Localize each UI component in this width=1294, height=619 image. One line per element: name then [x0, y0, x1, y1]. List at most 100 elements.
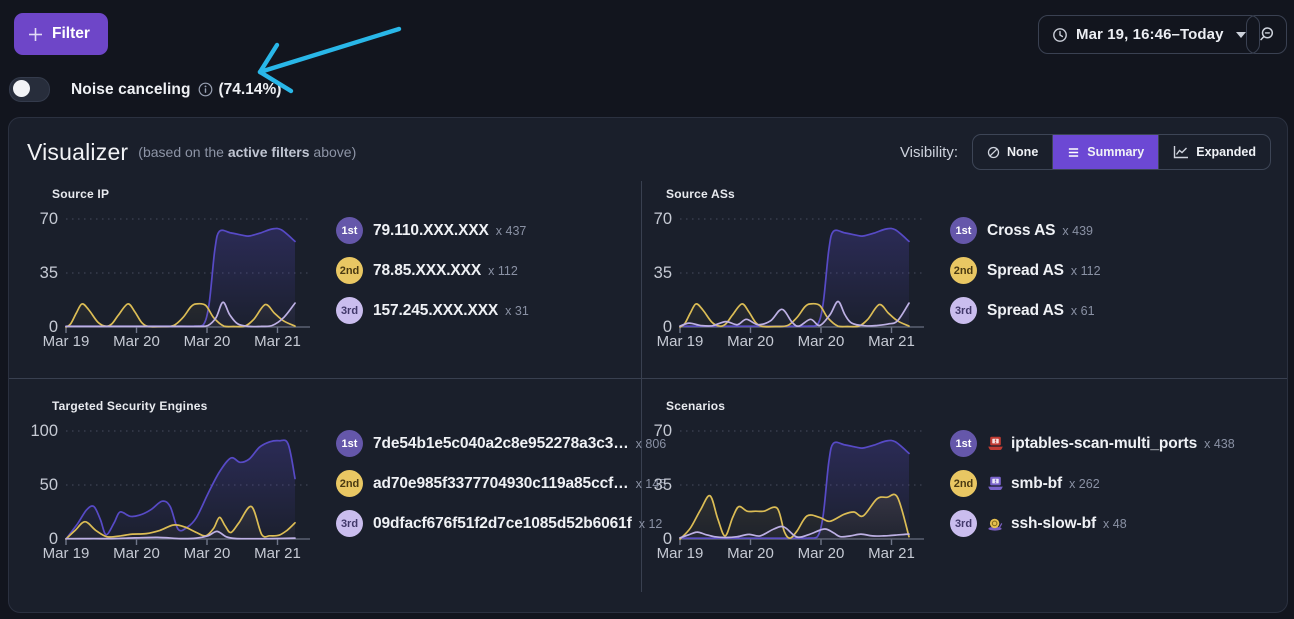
- legend-item[interactable]: 1st Cross AS x 439: [950, 217, 1101, 244]
- none-icon: [987, 146, 1000, 159]
- info-icon[interactable]: [198, 82, 213, 97]
- legend-label: Spread AS: [987, 262, 1064, 280]
- rank-badge: 2nd: [950, 257, 977, 284]
- chart-quadrant-security-engines: Targeted Security Engines 100500 Mar 19M…: [9, 379, 642, 592]
- legend-label: 09dfacf676f51f2d7ce1085d52b6061f: [373, 515, 632, 533]
- noise-canceling-row: Noise canceling (74.14%): [9, 77, 281, 102]
- y-axis-tick-label: 100: [28, 422, 58, 440]
- legend-item[interactable]: 1stiptables-scan-multi_portsx 438: [950, 430, 1235, 457]
- snail-icon: [987, 516, 1004, 531]
- legend-label: ssh-slow-bf: [1011, 515, 1096, 533]
- laptop-purple-icon: [987, 476, 1004, 491]
- x-axis-tick-label: Mar 21: [854, 333, 930, 350]
- visibility-option-label: None: [1007, 145, 1038, 159]
- legend-count: x 112: [1071, 264, 1101, 278]
- legend-item[interactable]: 2nd78.85.XXX.XXXx 112: [336, 257, 529, 284]
- rank-badge: 1st: [336, 217, 363, 244]
- toggle-knob: [13, 80, 30, 97]
- y-axis-tick-label: 70: [642, 210, 672, 228]
- clock-icon: [1052, 27, 1068, 43]
- legend-label: 79.110.XXX.XXX: [373, 222, 489, 240]
- summary-icon: [1067, 146, 1080, 159]
- panel-subtitle-bold: active filters: [228, 144, 310, 160]
- y-axis-tick-label: 50: [28, 476, 58, 494]
- legend-item[interactable]: 2ndad70e985f3377704930c119a85ccf…x 145: [336, 470, 666, 497]
- date-range-button[interactable]: Mar 19, 16:46–Today: [1038, 15, 1260, 54]
- x-axis-tick-label: Mar 21: [240, 333, 316, 350]
- legend-count: x 61: [1071, 304, 1095, 318]
- x-axis-tick-label: Mar 20: [713, 333, 789, 350]
- rank-badge: 2nd: [336, 470, 363, 497]
- x-axis-tick-label: Mar 19: [28, 545, 104, 562]
- panel-subtitle: (based on the active filters above): [138, 144, 356, 160]
- chart-security-engines: Targeted Security Engines 100500 Mar 19M…: [28, 399, 330, 571]
- date-range-label: Mar 19, 16:46–Today: [1076, 26, 1224, 43]
- visibility-segmented-control: None Summary Expanded: [972, 134, 1271, 170]
- legend-item[interactable]: 3rd157.245.XXX.XXXx 31: [336, 297, 529, 324]
- noise-canceling-percentage: (74.14%): [219, 81, 282, 99]
- chart-quadrant-scenarios: Scenarios 70350 Mar 19Mar 20Mar 20Mar 21…: [642, 379, 1287, 592]
- panel-title: Visualizer: [27, 139, 128, 166]
- chart-legend: 1stiptables-scan-multi_portsx 4382ndsmb-…: [950, 430, 1235, 550]
- chart-legend: 1st79.110.XXX.XXXx 4372nd78.85.XXX.XXXx …: [336, 217, 529, 337]
- visibility-option-label: Expanded: [1196, 145, 1256, 159]
- alert-laptop-red-icon: [987, 436, 1004, 451]
- rank-badge: 3rd: [336, 510, 363, 537]
- plus-icon: [28, 27, 43, 42]
- search-button[interactable]: [1246, 15, 1287, 54]
- chart-title: Scenarios: [666, 399, 725, 413]
- x-axis-tick-label: Mar 21: [854, 545, 930, 562]
- x-axis-tick-label: Mar 20: [783, 545, 859, 562]
- x-axis-tick-label: Mar 20: [783, 333, 859, 350]
- filter-button[interactable]: Filter: [14, 13, 108, 55]
- dashboard-page: Filter Noise canceling (74.14%) Mar 19, …: [0, 0, 1294, 619]
- x-axis-tick-label: Mar 20: [169, 333, 245, 350]
- legend-item[interactable]: 3rd Spread AS x 61: [950, 297, 1101, 324]
- chart-svg-security-engines: [64, 423, 312, 549]
- chart-scenarios: Scenarios 70350 Mar 19Mar 20Mar 20Mar 21: [642, 399, 944, 571]
- legend-item[interactable]: 1st7de54b1e5c040a2c8e952278a3c3…x 806: [336, 430, 666, 457]
- visibility-option-expanded[interactable]: Expanded: [1158, 135, 1270, 169]
- rank-badge: 1st: [336, 430, 363, 457]
- visibility-option-summary[interactable]: Summary: [1052, 135, 1158, 169]
- visibility-option-none[interactable]: None: [973, 135, 1052, 169]
- x-axis-tick-label: Mar 21: [240, 545, 316, 562]
- legend-item[interactable]: 3rdssh-slow-bfx 48: [950, 510, 1235, 537]
- chart-source-as: Source ASs 70350 Mar 19Mar 20Mar 20Mar 2…: [642, 187, 944, 359]
- rank-badge: 3rd: [336, 297, 363, 324]
- x-axis-tick-label: Mar 20: [99, 333, 175, 350]
- rank-badge: 1st: [950, 430, 977, 457]
- chart-legend: 1st Cross AS x 439 2nd Spread AS x 112 3rd Spre…: [950, 217, 1101, 337]
- legend-label: Cross AS: [987, 222, 1055, 240]
- filter-button-label: Filter: [52, 25, 90, 43]
- legend-label: smb-bf: [1011, 475, 1062, 493]
- rank-badge: 1st: [950, 217, 977, 244]
- chart-title: Source ASs: [666, 187, 735, 201]
- y-axis-tick-label: 70: [642, 422, 672, 440]
- legend-label: ad70e985f3377704930c119a85ccf…: [373, 475, 629, 493]
- x-axis-tick-label: Mar 19: [642, 333, 718, 350]
- y-axis-tick-label: 35: [642, 476, 672, 494]
- visualizer-panel: Visualizer (based on the active filters …: [8, 117, 1288, 613]
- search-icon: [1258, 26, 1275, 43]
- legend-label: 7de54b1e5c040a2c8e952278a3c3…: [373, 435, 629, 453]
- legend-label: iptables-scan-multi_ports: [1011, 435, 1197, 453]
- legend-item[interactable]: 2ndsmb-bfx 262: [950, 470, 1235, 497]
- legend-count: x 439: [1062, 224, 1093, 238]
- y-axis-tick-label: 35: [642, 264, 672, 282]
- chart-svg-scenarios: [678, 423, 926, 549]
- legend-label: Spread AS: [987, 302, 1064, 320]
- legend-item[interactable]: 1st79.110.XXX.XXXx 437: [336, 217, 529, 244]
- legend-count: x 48: [1103, 517, 1127, 531]
- legend-count: x 262: [1069, 477, 1100, 491]
- legend-count: x 112: [488, 264, 518, 278]
- legend-item[interactable]: 2nd Spread AS x 112: [950, 257, 1101, 284]
- rank-badge: 2nd: [336, 257, 363, 284]
- legend-count: x 31: [505, 304, 529, 318]
- noise-canceling-toggle[interactable]: [9, 77, 50, 102]
- rank-badge: 3rd: [950, 297, 977, 324]
- visibility-option-label: Summary: [1087, 145, 1144, 159]
- legend-item[interactable]: 3rd09dfacf676f51f2d7ce1085d52b6061fx 12: [336, 510, 666, 537]
- chart-title: Targeted Security Engines: [52, 399, 208, 413]
- chart-source-ip: Source IP 70350 Mar 19Mar 20Mar 20Mar 21: [28, 187, 330, 359]
